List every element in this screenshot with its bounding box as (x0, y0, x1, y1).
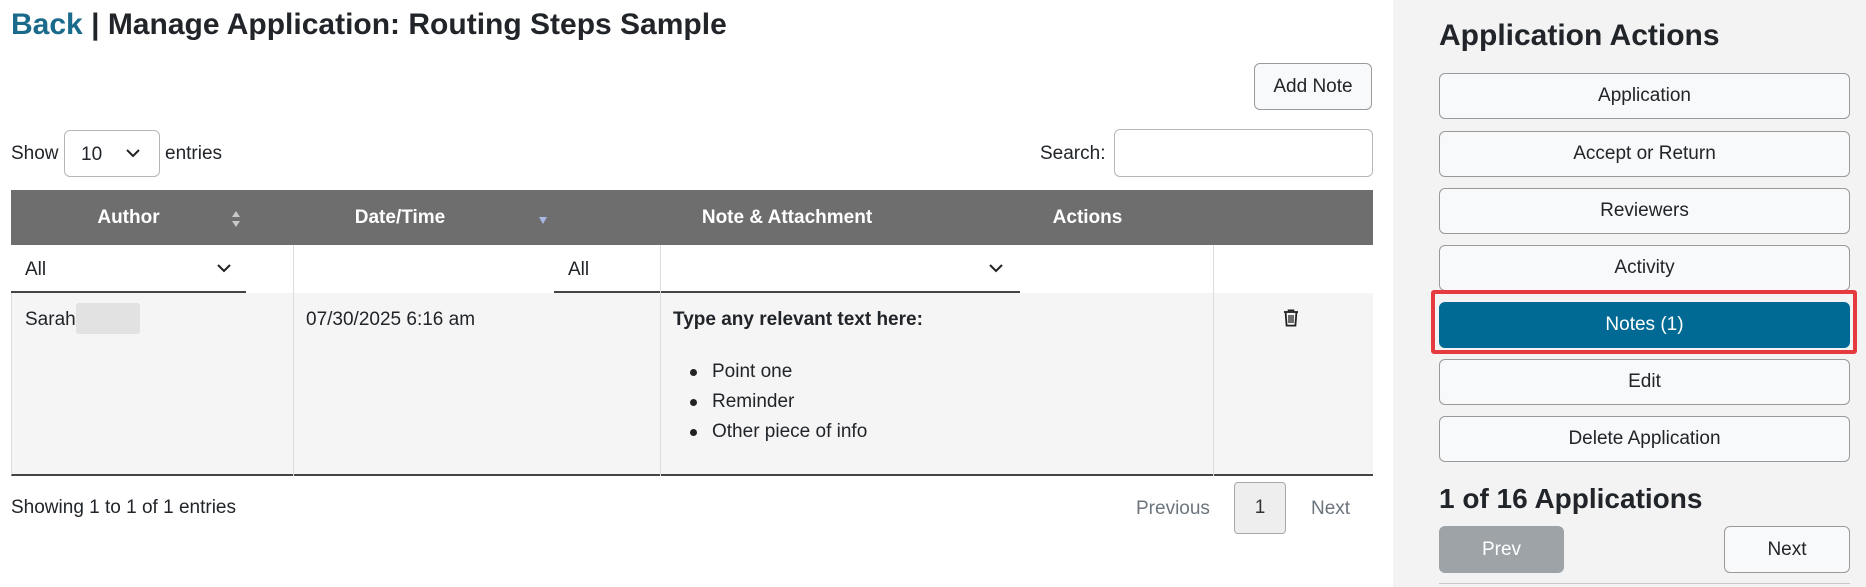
delete-application-button[interactable]: Delete Application (1439, 416, 1850, 462)
column-divider (1213, 245, 1214, 476)
back-link[interactable]: Back (11, 8, 83, 41)
edit-button[interactable]: Edit (1439, 359, 1850, 405)
table-info: Showing 1 to 1 of 1 entries (11, 497, 236, 518)
column-divider (660, 245, 661, 476)
column-header-datetime[interactable]: Date/Time (246, 190, 554, 245)
column-header-note: Note & Attachment (554, 190, 1020, 245)
sort-desc-icon (539, 217, 547, 224)
page-title-text: Manage Application: Routing Steps Sample (107, 8, 727, 41)
divider (1439, 583, 1850, 584)
pagination-next[interactable]: Next (1311, 498, 1350, 520)
datetime-cell: 07/30/2025 6:16 am (306, 309, 476, 330)
trash-icon[interactable] (1283, 309, 1299, 327)
application-button[interactable]: Application (1439, 73, 1850, 119)
chevron-down-icon (126, 149, 140, 158)
list-item: Point one (684, 357, 867, 387)
column-header-actions: Actions (1020, 190, 1155, 245)
next-application-button[interactable]: Next (1724, 526, 1850, 573)
add-note-button[interactable]: Add Note (1254, 63, 1372, 110)
list-item: Other piece of info (684, 417, 867, 447)
sidebar: Application Actions Application Accept o… (1393, 0, 1866, 587)
list-item: Reminder (684, 387, 867, 417)
note-points-list: Point one Reminder Other piece of info (684, 357, 867, 447)
chevron-down-icon (217, 264, 231, 273)
pagination-previous[interactable]: Previous (1136, 498, 1210, 520)
note-filter-value: All (568, 259, 590, 280)
chevron-down-icon (989, 264, 1003, 273)
author-name: Sarah (25, 309, 76, 330)
column-divider (293, 245, 294, 476)
table-header: Author Date/Time Note & Attachment Actio… (11, 190, 1373, 245)
column-header-datetime-label: Date/Time (354, 207, 446, 228)
note-filter-select[interactable]: All (554, 245, 1020, 293)
prev-application-button[interactable]: Prev (1439, 526, 1564, 573)
sidebar-title: Application Actions (1439, 19, 1720, 52)
activity-button[interactable]: Activity (1439, 245, 1850, 291)
entries-label: entries (165, 143, 223, 164)
pagination-page-1[interactable]: 1 (1234, 482, 1286, 534)
reviewers-button[interactable]: Reviewers (1439, 188, 1850, 234)
note-title: Type any relevant text here: (673, 309, 923, 330)
title-separator: | (91, 8, 100, 41)
search-label: Search: (1040, 143, 1106, 164)
column-header-actions-label: Actions (1052, 207, 1123, 228)
search-input[interactable] (1114, 129, 1373, 177)
author-filter-select[interactable]: All (11, 245, 246, 293)
column-header-author[interactable]: Author (11, 190, 246, 245)
accept-or-return-button[interactable]: Accept or Return (1439, 131, 1850, 177)
filter-row: All All (11, 245, 1373, 293)
column-header-note-label: Note & Attachment (701, 207, 873, 228)
redacted-surname (76, 303, 140, 334)
author-filter-value: All (25, 259, 47, 280)
column-header-author-label: Author (97, 207, 160, 228)
main-content: Back | Manage Application: Routing Steps… (0, 0, 1393, 587)
sort-both-icon (232, 211, 240, 227)
author-cell: Sarah (25, 309, 76, 331)
entries-per-page-select[interactable]: 10 (64, 130, 160, 177)
page-title: Back | Manage Application: Routing Steps… (11, 8, 727, 42)
show-label: Show (11, 143, 59, 164)
entries-per-page-value: 10 (81, 144, 103, 165)
highlight-box (1431, 290, 1857, 354)
application-counter: 1 of 16 Applications (1439, 483, 1703, 514)
